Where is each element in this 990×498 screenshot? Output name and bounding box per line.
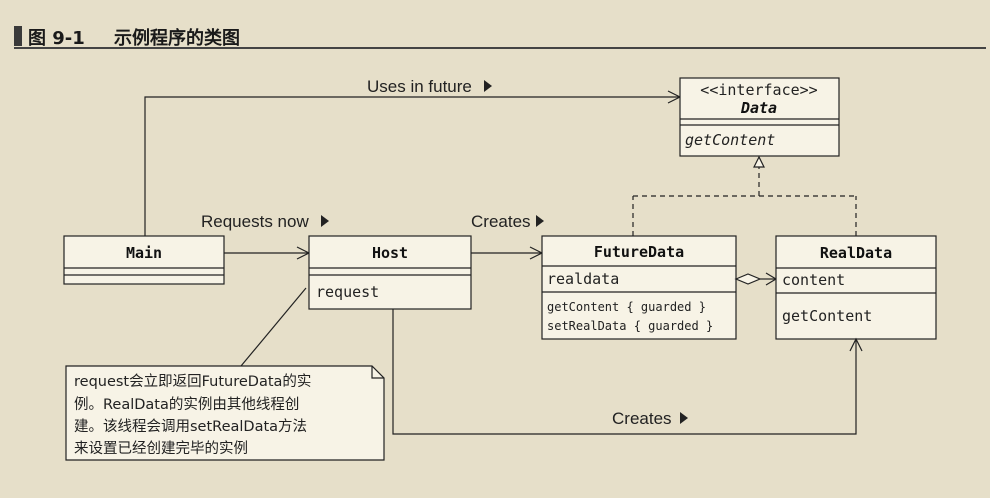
realdata-field-content: content xyxy=(782,271,845,289)
host-class-name: Host xyxy=(372,244,408,262)
class-host: Host request xyxy=(308,235,472,310)
note-line-3: 建。该线程会调用setRealData方法 xyxy=(74,418,307,435)
direction-triangle-icon xyxy=(680,412,688,424)
data-class-name: Data xyxy=(740,99,777,117)
class-data: <<interface>> Data getContent xyxy=(679,77,840,157)
class-main: Main xyxy=(63,235,225,285)
futuredata-class-name: FutureData xyxy=(594,243,684,261)
class-realdata: RealData content getContent xyxy=(775,235,937,340)
uses-in-future-label: Uses in future xyxy=(367,77,472,96)
requests-now-label: Requests now xyxy=(201,212,309,231)
creates-realdata-label: Creates xyxy=(612,409,672,428)
realization-lines xyxy=(632,155,857,236)
creates-futuredata-association xyxy=(471,246,544,260)
futuredata-method-getcontent: getContent { guarded } xyxy=(547,300,706,314)
note-anchor-line xyxy=(240,287,307,367)
aggregation-diamond-icon xyxy=(734,273,762,285)
requests-now-association xyxy=(224,246,311,260)
main-class-name: Main xyxy=(126,244,162,262)
direction-triangle-icon xyxy=(536,215,544,227)
note-line-2: 例。RealData的实例由其他线程创 xyxy=(74,396,299,413)
futuredata-method-setrealdata: setRealData { guarded } xyxy=(547,319,713,333)
host-field-request: request xyxy=(316,283,379,301)
realdata-class-name: RealData xyxy=(820,244,892,262)
data-method-getcontent: getContent xyxy=(685,131,775,149)
data-stereotype: <<interface>> xyxy=(700,81,817,99)
class-futuredata: FutureData realdata getContent { guarded… xyxy=(541,235,737,340)
note: request会立即返回FutureData的实 例。RealData的实例由其… xyxy=(65,287,385,461)
note-line-4: 来设置已经创建完毕的实例 xyxy=(74,440,248,457)
realization-arrowhead-icon xyxy=(753,155,765,168)
direction-triangle-icon xyxy=(484,80,492,92)
direction-triangle-icon xyxy=(321,215,329,227)
note-line-1: request会立即返回FutureData的实 xyxy=(74,373,311,390)
futuredata-field-realdata: realdata xyxy=(547,270,619,288)
aggregation-futuredata-realdata xyxy=(734,272,778,286)
realdata-method-getcontent: getContent xyxy=(782,307,872,325)
creates-futuredata-label: Creates xyxy=(471,212,531,231)
class-diagram: Uses in future <<interface>> Data getCon… xyxy=(63,77,937,461)
